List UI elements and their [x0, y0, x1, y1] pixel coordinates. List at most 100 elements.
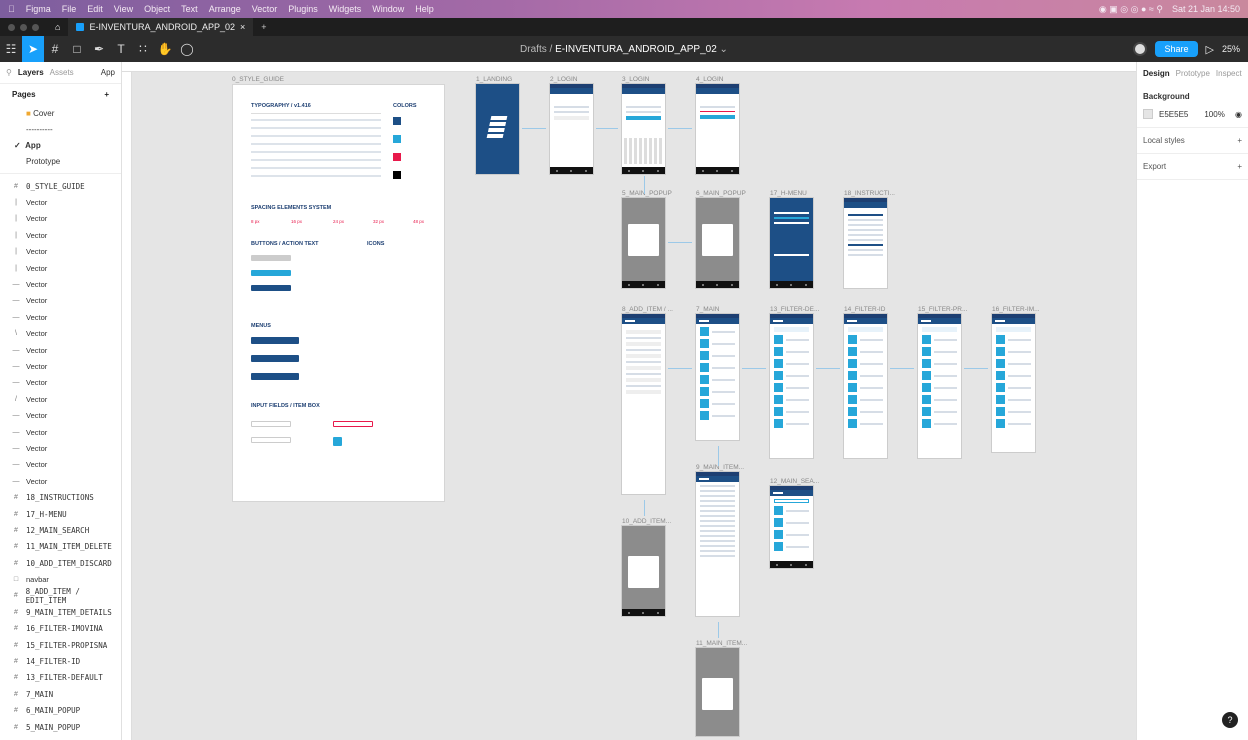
layer-item[interactable]: | Vector — [0, 194, 121, 210]
frame-label-f13[interactable]: 13_FILTER-DE... — [770, 306, 819, 313]
frame-label-search[interactable]: 12_MAIN_SEA... — [770, 478, 819, 485]
background-hex[interactable]: E5E5E5 — [1159, 110, 1188, 119]
pen-tool-icon[interactable]: ✒ — [88, 36, 110, 62]
layer-item[interactable]: #14_FILTER-ID — [0, 653, 121, 669]
comment-tool-icon[interactable]: ◯ — [176, 36, 198, 62]
layer-item[interactable]: #0_STYLE_GUIDE — [0, 178, 121, 194]
layer-item[interactable]: — Vector — [0, 457, 121, 473]
frame-label-login3[interactable]: 3_LOGIN — [622, 76, 649, 83]
layer-item[interactable]: | Vector — [0, 227, 121, 243]
frame-label-landing[interactable]: 1_LANDING — [476, 76, 512, 83]
menu-file[interactable]: File — [62, 4, 77, 14]
resources-icon[interactable]: ∷ — [132, 36, 154, 62]
frame-label-f15[interactable]: 15_FILTER-PR... — [918, 306, 967, 313]
new-tab-icon[interactable]: + — [253, 22, 274, 32]
text-tool-icon[interactable]: T — [110, 36, 132, 62]
frame-label-instr[interactable]: 18_INSTRUCTI... — [844, 190, 895, 197]
layer-item[interactable]: #18_INSTRUCTIONS — [0, 489, 121, 505]
tab-assets[interactable]: Assets — [50, 68, 74, 77]
screen-main-item-delete[interactable] — [696, 648, 739, 736]
layer-item[interactable]: — Vector — [0, 375, 121, 391]
page-app[interactable]: ✓ App — [0, 137, 121, 153]
layer-item[interactable]: #4_LOGIN — [0, 735, 121, 740]
screen-item-details[interactable] — [696, 472, 739, 616]
add-page-button[interactable]: + — [104, 90, 109, 99]
screen-login-3[interactable] — [622, 84, 665, 174]
menu-text[interactable]: Text — [181, 4, 198, 14]
frame-label-main[interactable]: 7_MAIN — [696, 306, 719, 313]
layer-item[interactable]: / Vector — [0, 391, 121, 407]
layer-item[interactable]: #16_FILTER-IMOVINA — [0, 621, 121, 637]
frame-label-popup5[interactable]: 5_MAIN_POPUP — [622, 190, 672, 197]
background-swatch[interactable] — [1143, 109, 1153, 119]
style-guide-frame[interactable]: TYPOGRAPHY / v1.416 COLORS SPACING ELEME… — [232, 84, 445, 502]
screen-landing[interactable] — [476, 84, 519, 174]
main-menu-icon[interactable]: ☷ — [0, 36, 22, 62]
frame-label-discard[interactable]: 10_ADD_ITEM... — [622, 518, 671, 525]
menu-object[interactable]: Object — [144, 4, 170, 14]
zoom-level[interactable]: 25% — [1222, 44, 1240, 54]
background-opacity[interactable]: 100% — [1204, 110, 1224, 119]
screen-add-item[interactable] — [622, 314, 665, 494]
screen-login-2[interactable] — [550, 84, 593, 174]
menu-help[interactable]: Help — [415, 4, 434, 14]
present-icon[interactable]: ▷ — [1206, 43, 1214, 56]
layer-item[interactable]: #8_ADD_ITEM / EDIT_ITEM — [0, 587, 121, 605]
screen-login-4[interactable] — [696, 84, 739, 174]
tab-inspect[interactable]: Inspect — [1216, 69, 1242, 78]
layer-item[interactable]: — Vector — [0, 309, 121, 325]
menu-arrange[interactable]: Arrange — [209, 4, 241, 14]
hand-tool-icon[interactable]: ✋ — [154, 36, 176, 62]
layer-item[interactable]: □ navbar — [0, 571, 121, 587]
screen-hamburger-menu[interactable] — [770, 198, 813, 288]
add-style-button[interactable]: + — [1237, 136, 1242, 145]
menu-widgets[interactable]: Widgets — [329, 4, 362, 14]
close-tab-icon[interactable]: × — [240, 22, 245, 32]
menu-vector[interactable]: Vector — [252, 4, 278, 14]
tab-prototype[interactable]: Prototype — [1176, 69, 1210, 78]
page-switcher[interactable]: App — [101, 68, 115, 77]
page-cover[interactable]: ■ Cover — [0, 105, 121, 121]
canvas[interactable]: 0_STYLE_GUIDE TYPOGRAPHY / v1.416 COLORS… — [132, 72, 1136, 740]
apple-icon[interactable]:  — [8, 4, 15, 14]
add-export-button[interactable]: + — [1237, 162, 1242, 171]
search-layers-icon[interactable]: ⚲ — [6, 68, 12, 77]
shape-tool-icon[interactable]: □ — [66, 36, 88, 62]
frame-label-details[interactable]: 9_MAIN_ITEM... — [696, 464, 744, 471]
screen-instructions[interactable] — [844, 198, 887, 288]
layer-item[interactable]: #13_FILTER-DEFAULT — [0, 670, 121, 686]
page-prototype[interactable]: Prototype — [0, 153, 121, 169]
eye-icon[interactable]: ◉ — [1235, 110, 1242, 119]
screen-filter-propisna[interactable] — [918, 314, 961, 458]
frame-label-delete[interactable]: 11_MAIN_ITEM... — [696, 640, 747, 647]
frame-tool-icon[interactable]: # — [44, 36, 66, 62]
layer-item[interactable]: #7_MAIN — [0, 686, 121, 702]
screen-main-search[interactable] — [770, 486, 813, 568]
frame-label-style-guide[interactable]: 0_STYLE_GUIDE — [232, 76, 284, 83]
layer-item[interactable]: | Vector — [0, 260, 121, 276]
layer-item[interactable]: — Vector — [0, 342, 121, 358]
layer-item[interactable]: #5_MAIN_POPUP — [0, 719, 121, 735]
layer-item[interactable]: — Vector — [0, 473, 121, 489]
layer-item[interactable]: #9_MAIN_ITEM_DETAILS — [0, 604, 121, 620]
layer-item[interactable]: #10_ADD_ITEM_DISCARD — [0, 555, 121, 571]
share-button[interactable]: Share — [1155, 41, 1198, 57]
page-separator[interactable]: ---------- — [0, 121, 121, 137]
screen-filter-id[interactable] — [844, 314, 887, 458]
screen-main-popup-5[interactable] — [622, 198, 665, 288]
layer-item[interactable]: \ Vector — [0, 326, 121, 342]
menu-window[interactable]: Window — [372, 4, 404, 14]
layer-item[interactable]: — Vector — [0, 293, 121, 309]
move-tool-icon[interactable]: ➤ — [22, 36, 44, 62]
frame-label-f16[interactable]: 16_FILTER-IM... — [992, 306, 1040, 313]
layer-item[interactable]: — Vector — [0, 424, 121, 440]
frame-label-login2[interactable]: 2_LOGIN — [550, 76, 577, 83]
layer-item[interactable]: — Vector — [0, 440, 121, 456]
tab-design[interactable]: Design — [1143, 69, 1170, 78]
layer-item[interactable]: | Vector — [0, 244, 121, 260]
layer-item[interactable]: — Vector — [0, 407, 121, 423]
layer-item[interactable]: | Vector — [0, 211, 121, 227]
layer-item[interactable]: #6_MAIN_POPUP — [0, 703, 121, 719]
layer-item[interactable]: — Vector — [0, 358, 121, 374]
help-button[interactable]: ? — [1222, 712, 1238, 728]
